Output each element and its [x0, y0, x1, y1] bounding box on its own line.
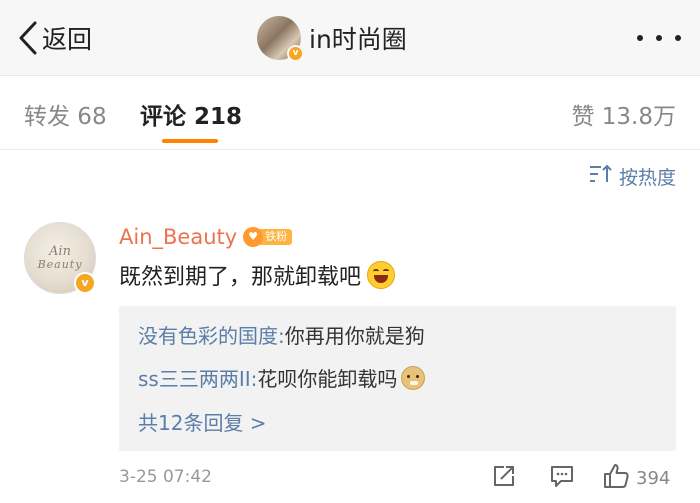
comment-username[interactable]: Ain_Beauty: [119, 225, 237, 249]
avatar-brand-text: Ain: [49, 244, 71, 259]
page-title[interactable]: v in时尚圈: [257, 14, 407, 62]
comment-body: 既然到期了，那就卸载吧: [119, 259, 396, 291]
comment-timestamp: 3-25 07:42: [119, 467, 212, 487]
reply-button[interactable]: [549, 463, 575, 493]
avatar-brand-text: Beauty: [37, 258, 83, 271]
comment-footer: 3-25 07:42 394: [119, 463, 676, 493]
thumbs-up-icon: [602, 462, 630, 494]
share-button[interactable]: [491, 463, 517, 493]
back-button[interactable]: 返回: [18, 20, 92, 56]
comment-icon: [549, 463, 575, 493]
reply-item[interactable]: 没有色彩的国度: 你再用你就是狗: [138, 320, 425, 349]
tab-like[interactable]: 赞 13.8万: [571, 97, 676, 131]
more-replies-link[interactable]: 共12条回复 >: [138, 407, 267, 436]
tab-forward[interactable]: 转发 68: [24, 97, 107, 131]
tab-comment[interactable]: 评论 218: [140, 97, 242, 131]
tab-bar: 转发 68 评论 218 赞 13.8万: [0, 77, 700, 150]
reply-box[interactable]: 没有色彩的国度: 你再用你就是狗 ss三三两两II: 花呗你能卸载吗 共12条回…: [119, 306, 676, 451]
reply-text: 花呗你能卸载吗: [257, 367, 398, 391]
comment-text: 既然到期了，那就卸载吧: [119, 265, 362, 290]
like-count: 394: [636, 467, 671, 489]
reply-username[interactable]: 没有色彩的国度:: [138, 320, 285, 349]
laughing-emoji-icon: [367, 261, 396, 289]
active-tab-indicator: [162, 139, 218, 143]
page-title-text: in时尚圈: [309, 25, 407, 54]
back-label: 返回: [42, 25, 93, 54]
sort-button[interactable]: 按热度: [589, 162, 676, 190]
comment-header: Ain_Beauty ♥ 铁粉: [119, 222, 293, 252]
more-dot-icon: [656, 35, 662, 41]
sort-icon: [589, 164, 613, 188]
verified-badge-icon: v: [287, 45, 304, 62]
chevron-left-icon: [18, 21, 38, 55]
more-dot-icon: [675, 35, 681, 41]
reply-text: 你再用你就是狗: [284, 324, 425, 348]
reply-username[interactable]: ss三三两两II:: [138, 363, 257, 392]
reply-item[interactable]: ss三三两两II: 花呗你能卸载吗: [138, 363, 426, 392]
like-button[interactable]: 394: [602, 463, 670, 493]
more-options-button[interactable]: [637, 26, 681, 50]
top-bar: 返回 v in时尚圈: [0, 0, 700, 76]
avatar[interactable]: v: [257, 16, 304, 62]
fan-badge[interactable]: ♥ 铁粉: [243, 227, 293, 247]
avatar[interactable]: Ain Beauty v: [24, 222, 96, 294]
more-dot-icon: [637, 35, 643, 41]
verified-badge-icon: v: [74, 272, 96, 294]
doge-emoji-icon: [401, 365, 426, 390]
share-icon: [491, 463, 517, 493]
sort-label: 按热度: [618, 166, 676, 189]
